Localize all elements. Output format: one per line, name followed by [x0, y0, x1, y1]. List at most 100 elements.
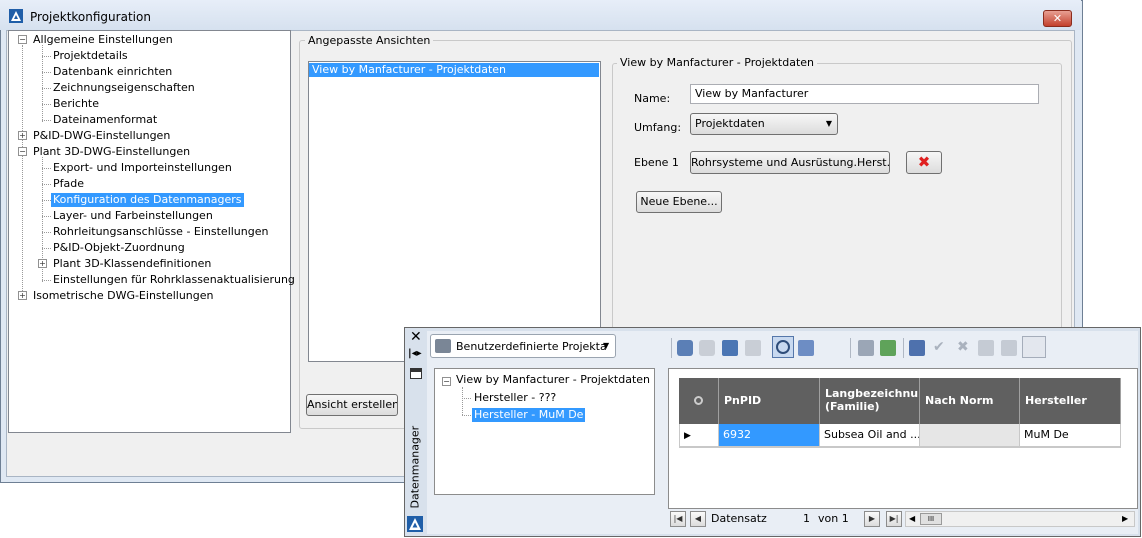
delete-icon[interactable]: ✖	[906, 151, 942, 174]
tree-branch	[462, 415, 471, 416]
grid-header-pnpid[interactable]: PnPID	[719, 378, 820, 424]
tree-item-export-import[interactable]: Export- und Importeinstellungen	[51, 161, 234, 175]
tree-item-rohrklassenaktualisierung[interactable]: Einstellungen für Rohrklassenaktualisier…	[51, 273, 297, 287]
cell-pnpid[interactable]: 6932	[719, 424, 820, 447]
tree-branch	[462, 398, 471, 399]
create-view-button[interactable]: Ansicht erstellen	[306, 394, 398, 416]
new-level-button[interactable]: Neue Ebene...	[636, 191, 722, 213]
collapse-icon[interactable]: −	[18, 147, 27, 156]
view-tree-item[interactable]: Hersteller - ???	[472, 391, 558, 405]
view-tree-item-selected[interactable]: Hersteller - MuM De	[472, 408, 586, 422]
views-list[interactable]	[308, 61, 601, 362]
scroll-left-icon[interactable]: ◀	[909, 512, 915, 526]
tree-item-zeichnungseigenschaften[interactable]: Zeichnungseigenschaften	[51, 81, 197, 95]
tree-branch	[42, 232, 51, 233]
horizontal-scrollbar[interactable]: ◀ III ▶	[905, 511, 1135, 527]
tree-branch	[42, 72, 51, 73]
record-label: Datensatz	[711, 512, 767, 525]
grid-header-nach-norm[interactable]: Nach Norm	[920, 378, 1020, 424]
print-icon[interactable]	[858, 340, 874, 356]
first-record-button[interactable]: |◀	[670, 511, 686, 527]
zoom-toggle-button[interactable]	[772, 336, 794, 358]
autocad-logo-icon	[9, 9, 23, 23]
last-record-button[interactable]: ▶|	[886, 511, 902, 527]
scope-dropdown[interactable]: Projektdaten ▼	[690, 113, 838, 135]
views-list-item[interactable]: View by Manfacturer - Projektdaten	[309, 63, 599, 77]
collapse-icon[interactable]: −	[18, 35, 27, 44]
accept-icon[interactable]: ✔	[933, 339, 945, 355]
grid-header-hersteller[interactable]: Hersteller	[1020, 378, 1121, 424]
refresh-icon[interactable]	[677, 340, 693, 356]
scroll-right-icon[interactable]: ▶	[1122, 512, 1128, 526]
data-grid[interactable]: PnPID Langbezeichnun (Familie) Nach Norm…	[668, 368, 1138, 509]
autohide-icon[interactable]: |◂▸	[408, 348, 422, 359]
reject-all-icon[interactable]	[1001, 340, 1017, 356]
tree-item-pid-objekt[interactable]: P&ID-Objekt-Zuordnung	[51, 241, 187, 255]
settings-toggle-button[interactable]	[1022, 336, 1046, 358]
scope-dropdown-value: Projektdaten	[695, 117, 765, 130]
collapse-icon[interactable]: −	[442, 377, 451, 386]
tree-branch	[42, 184, 51, 185]
level-1-button[interactable]: Rohrsysteme und Ausrüstung.Herst...	[690, 151, 890, 174]
cell-hersteller[interactable]: MuM De	[1020, 424, 1121, 447]
grid-header-langbezeichnung[interactable]: Langbezeichnun (Familie)	[820, 378, 920, 424]
expand-icon[interactable]: +	[38, 259, 47, 268]
import-icon[interactable]	[722, 340, 738, 356]
datamanager-title: Datenmanager	[408, 425, 422, 509]
header-line-1: Langbezeichnun	[825, 387, 920, 400]
export-table-icon[interactable]	[880, 340, 896, 356]
expand-icon[interactable]: +	[18, 131, 27, 140]
toolbar-separator	[671, 338, 672, 358]
toolbar-separator	[850, 338, 851, 358]
close-icon[interactable]: ✕	[410, 329, 422, 345]
autocad-logo-icon	[407, 516, 423, 532]
tree-item-projektdetails[interactable]: Projektdetails	[51, 49, 130, 63]
tree-item-pid-dwg[interactable]: P&ID-DWG-Einstellungen	[31, 129, 172, 143]
tree-item-berichte[interactable]: Berichte	[51, 97, 101, 111]
datamanager-icon	[435, 339, 451, 353]
tree-item-layer-farbe[interactable]: Layer- und Farbeinstellungen	[51, 209, 215, 223]
tree-item-rohrleitungsanschluesse[interactable]: Rohrleitungsanschlüsse - Einstellungen	[51, 225, 270, 239]
cell-langbezeichnung[interactable]: Subsea Oil and ...	[820, 424, 920, 447]
tree-item-datenmanager-config[interactable]: Konfiguration des Datenmanagers	[51, 193, 244, 207]
search-icon	[694, 396, 703, 405]
chevron-down-icon: ▼	[825, 119, 832, 128]
cell-nach-norm[interactable]	[920, 424, 1020, 447]
view-detail-label: View by Manfacturer - Projektdaten	[617, 56, 818, 69]
view-tree-root[interactable]: View by Manfacturer - Projektdaten	[454, 373, 652, 387]
edit-icon[interactable]	[909, 340, 925, 356]
tree-branch	[42, 216, 51, 217]
view-tree[interactable]: − View by Manfacturer - Projektdaten Her…	[434, 368, 655, 495]
properties-icon[interactable]	[410, 368, 422, 379]
tree-branch	[42, 56, 51, 57]
tree-item-datenbank[interactable]: Datenbank einrichten	[51, 65, 174, 79]
reject-icon[interactable]: ✖	[957, 339, 969, 355]
level-label: Ebene 1	[634, 156, 679, 169]
table-icon[interactable]	[798, 340, 814, 356]
tree-branch	[42, 168, 51, 169]
tree-item-pfade[interactable]: Pfade	[51, 177, 86, 191]
datamanager-side-title: Datenmanager	[407, 425, 423, 510]
tree-branch	[42, 280, 51, 281]
tree-item-dateinamenformat[interactable]: Dateinamenformat	[51, 113, 159, 127]
title-bar[interactable]: Projektkonfiguration ✕	[0, 0, 1081, 30]
settings-tree[interactable]: − Allgemeine Einstellungen Projektdetail…	[8, 30, 295, 433]
tree-item-isometrische[interactable]: Isometrische DWG-Einstellungen	[31, 289, 216, 303]
record-current[interactable]: 1	[803, 512, 810, 525]
filter-icon[interactable]	[745, 340, 761, 356]
row-indicator[interactable]: ▶	[679, 424, 719, 447]
view-selector-dropdown[interactable]: Benutzerdefinierte Projekta ▼	[430, 334, 616, 358]
tree-item-allgemeine[interactable]: Allgemeine Einstellungen	[31, 33, 175, 47]
header-line-2: (Familie)	[825, 400, 880, 413]
accept-all-icon[interactable]	[978, 340, 994, 356]
previous-record-button[interactable]: ◀	[690, 511, 706, 527]
tree-item-klassendefinitionen[interactable]: Plant 3D-Klassendefinitionen	[51, 257, 213, 271]
window-title: Projektkonfiguration	[30, 10, 151, 24]
next-record-button[interactable]: ▶	[864, 511, 880, 527]
export-icon[interactable]	[699, 340, 715, 356]
scroll-thumb[interactable]: III	[920, 513, 942, 525]
expand-icon[interactable]: +	[18, 291, 27, 300]
close-button[interactable]: ✕	[1043, 10, 1072, 27]
name-input[interactable]: View by Manfacturer	[690, 84, 1039, 104]
tree-item-plant3d-dwg[interactable]: Plant 3D-DWG-Einstellungen	[31, 145, 192, 159]
